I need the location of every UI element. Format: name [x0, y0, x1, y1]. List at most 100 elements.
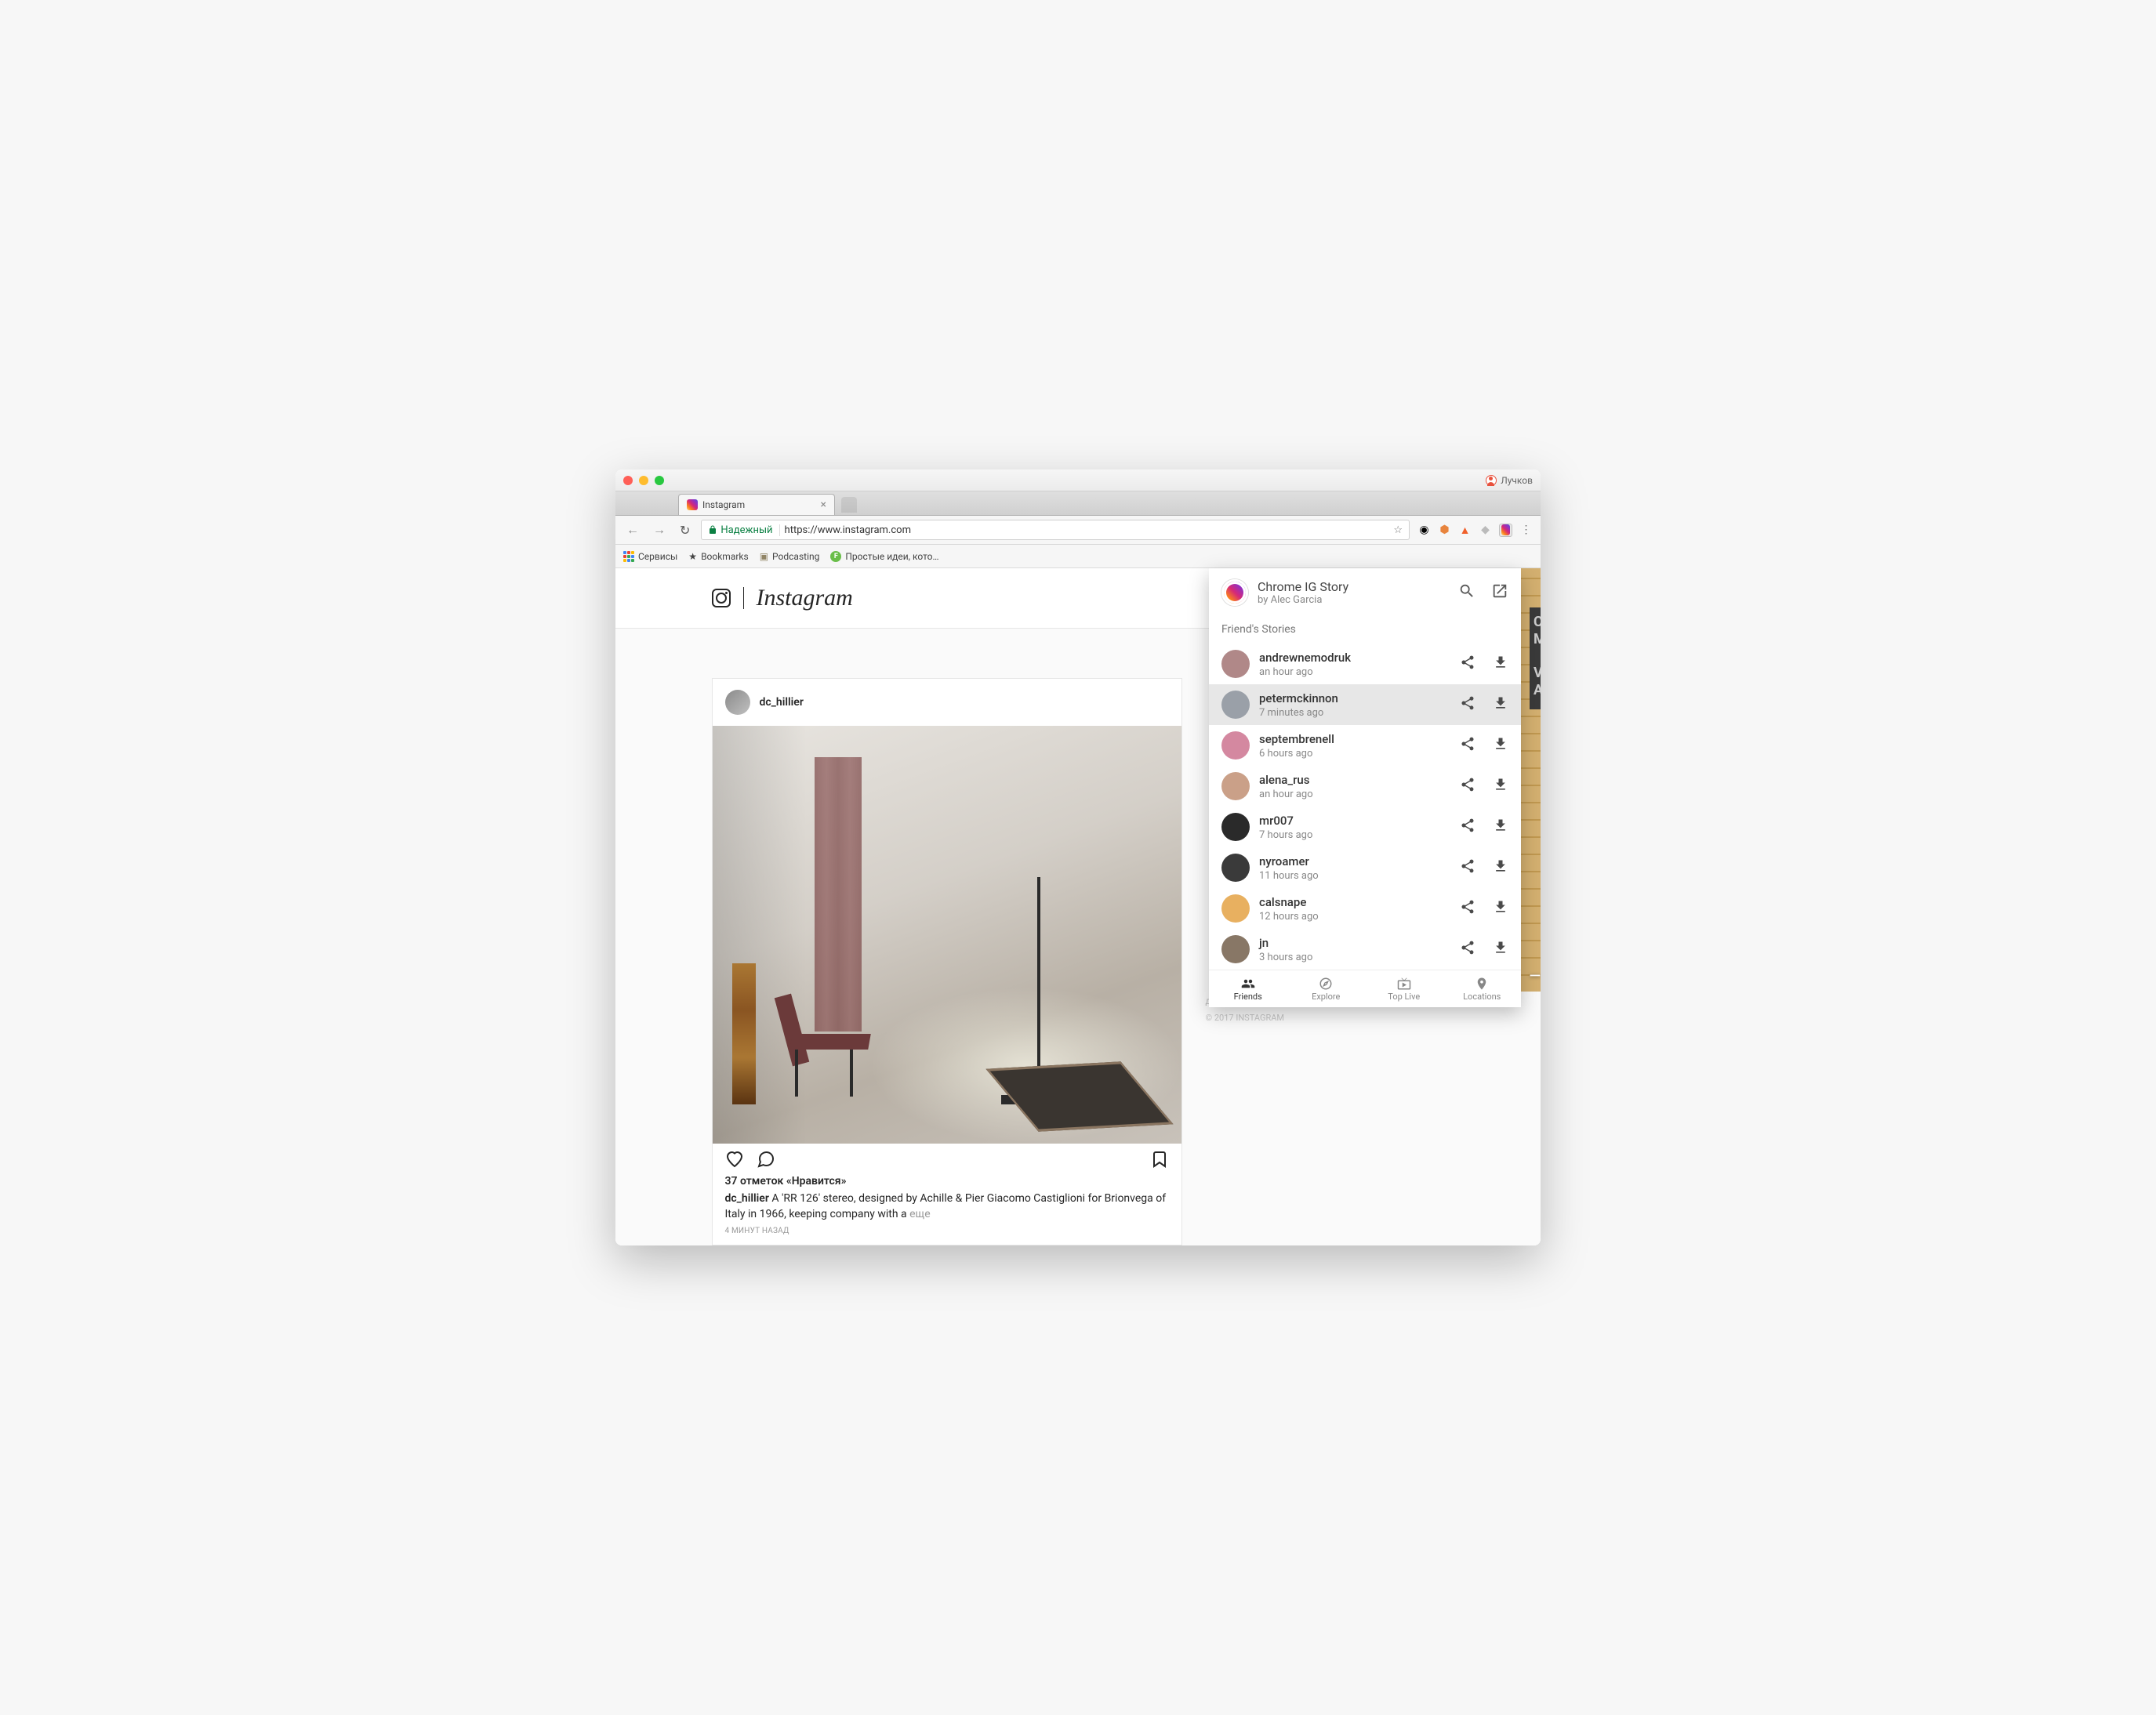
open-external-icon[interactable] — [1491, 582, 1508, 603]
story-item-user: jn — [1259, 936, 1312, 950]
story-item-time: an hour ago — [1259, 789, 1313, 800]
apps-grid-icon — [623, 551, 634, 562]
story-item-user: calsnape — [1259, 895, 1319, 909]
close-window[interactable] — [623, 476, 633, 485]
story-item-avatar — [1221, 691, 1250, 719]
story-item-avatar — [1221, 935, 1250, 963]
instagram-logo[interactable]: Instagram — [757, 585, 853, 611]
search-icon[interactable] — [1458, 582, 1475, 603]
tab-label: Explore — [1312, 992, 1340, 1002]
address-bar[interactable]: Надежный https://www.instagram.com ☆ — [701, 520, 1410, 540]
share-icon[interactable] — [1460, 818, 1475, 836]
bookmark-item-ideas[interactable]: FПростые идеи, кото… — [830, 551, 938, 562]
popup-tab-friends[interactable]: Friends — [1209, 970, 1287, 1007]
apps-shortcut[interactable]: Сервисы — [623, 551, 677, 562]
new-tab-button[interactable] — [841, 497, 857, 513]
post-image[interactable] — [713, 726, 1181, 1144]
popup-tab-top-live[interactable]: Top Live — [1365, 970, 1443, 1007]
story-download-icon[interactable] — [1526, 962, 1541, 982]
popup-tab-explore[interactable]: Explore — [1287, 970, 1366, 1007]
caption-more[interactable]: еще — [909, 1208, 931, 1220]
ext-icon-grey[interactable]: ◆ — [1479, 524, 1492, 537]
story-item[interactable]: mr007 7 hours ago — [1209, 807, 1521, 847]
download-icon[interactable] — [1493, 899, 1508, 918]
post-timestamp: 4 МИНУТ НАЗАД — [713, 1227, 1181, 1245]
browser-menu-icon[interactable]: ⋮ — [1519, 524, 1533, 537]
bookmark-star-icon[interactable]: ☆ — [1393, 524, 1403, 536]
ext-icon-flame[interactable]: ▲ — [1458, 524, 1472, 537]
share-icon[interactable] — [1460, 899, 1475, 918]
download-icon[interactable] — [1493, 858, 1508, 877]
story-item-time: 6 hours ago — [1259, 748, 1334, 760]
download-icon[interactable] — [1493, 654, 1508, 673]
stories-section-header: Friend's Stories — [1209, 617, 1521, 644]
profile-name: Лучков — [1501, 475, 1533, 486]
ext-icon-shield[interactable]: ⬢ — [1438, 524, 1451, 537]
story-item-time: 3 hours ago — [1259, 952, 1312, 963]
reload-button[interactable]: ↻ — [677, 523, 693, 538]
story-item-user: nyroamer — [1259, 854, 1319, 868]
maximize-window[interactable] — [655, 476, 664, 485]
story-item[interactable]: septembrenell 6 hours ago — [1209, 725, 1521, 766]
story-item-user: andrewnemodruk — [1259, 651, 1351, 665]
story-item-user: alena_rus — [1259, 773, 1313, 787]
download-icon[interactable] — [1493, 736, 1508, 755]
story-item-user: mr007 — [1259, 814, 1312, 828]
story-item[interactable]: petermckinnon 7 minutes ago — [1209, 684, 1521, 725]
comment-icon[interactable] — [757, 1150, 775, 1169]
story-item[interactable]: andrewnemodruk an hour ago — [1209, 644, 1521, 684]
download-icon[interactable] — [1493, 940, 1508, 959]
share-icon[interactable] — [1460, 858, 1475, 877]
window-controls — [623, 476, 664, 485]
story-item-avatar — [1221, 772, 1250, 800]
share-icon[interactable] — [1460, 695, 1475, 714]
chrome-profile[interactable]: Лучков — [1486, 475, 1533, 486]
story-item[interactable]: alena_rus an hour ago — [1209, 766, 1521, 807]
sidebar-copyright: © 2017 INSTAGRAM — [1206, 1013, 1285, 1023]
instagram-camera-icon[interactable] — [712, 589, 731, 607]
post-username[interactable]: dc_hillier — [760, 696, 804, 709]
download-icon[interactable] — [1493, 695, 1508, 714]
share-icon[interactable] — [1460, 777, 1475, 796]
share-icon[interactable] — [1460, 940, 1475, 959]
close-tab-icon[interactable]: × — [821, 499, 826, 511]
tab-title: Instagram — [702, 499, 745, 510]
story-item-user: petermckinnon — [1259, 691, 1338, 705]
back-button[interactable]: ← — [623, 522, 642, 538]
forward-button[interactable]: → — [650, 522, 669, 538]
story-item-avatar — [1221, 813, 1250, 841]
profile-icon — [1486, 475, 1497, 486]
browser-tab[interactable]: Instagram × — [678, 494, 835, 515]
download-icon[interactable] — [1493, 777, 1508, 796]
caption-user[interactable]: dc_hillier — [725, 1192, 769, 1205]
tab-label: Top Live — [1388, 992, 1420, 1002]
browser-window: Лучков Instagram × ← → ↻ Надежный https:… — [615, 470, 1541, 1245]
page-icon: F — [830, 551, 841, 562]
story-item[interactable]: calsnape 12 hours ago — [1209, 888, 1521, 929]
minimize-window[interactable] — [639, 476, 648, 485]
secure-indicator: Надежный — [708, 524, 779, 536]
bookmark-folder-bookmarks[interactable]: ★Bookmarks — [688, 551, 748, 562]
popup-subtitle: by Alec Garcia — [1258, 594, 1348, 606]
save-icon[interactable] — [1150, 1150, 1169, 1169]
popup-bottom-tabs: Friends Explore Top Live Locations — [1209, 970, 1521, 1007]
post-avatar[interactable] — [725, 690, 750, 715]
popup-tab-locations[interactable]: Locations — [1443, 970, 1522, 1007]
story-item-user: septembrenell — [1259, 732, 1334, 746]
apps-label: Сервисы — [638, 551, 677, 562]
bookmark-folder-podcasting[interactable]: ▣Podcasting — [760, 551, 820, 562]
post-likes[interactable]: 37 отметок «Нравится» — [713, 1175, 1181, 1191]
story-item-avatar — [1221, 854, 1250, 882]
download-icon[interactable] — [1493, 818, 1508, 836]
story-item[interactable]: nyroamer 11 hours ago — [1209, 847, 1521, 888]
share-icon[interactable] — [1460, 654, 1475, 673]
share-icon[interactable] — [1460, 736, 1475, 755]
like-icon[interactable] — [725, 1150, 744, 1169]
story-item[interactable]: jn 3 hours ago — [1209, 929, 1521, 970]
ext-icon-ig-story[interactable] — [1499, 524, 1512, 537]
lock-icon — [708, 525, 717, 535]
feed-post: dc_hillier 37 отметок «Нравится» — [712, 678, 1182, 1245]
story-item-time: 12 hours ago — [1259, 911, 1319, 923]
browser-toolbar: ← → ↻ Надежный https://www.instagram.com… — [615, 516, 1541, 545]
ext-icon-1[interactable]: ◉ — [1417, 524, 1431, 537]
